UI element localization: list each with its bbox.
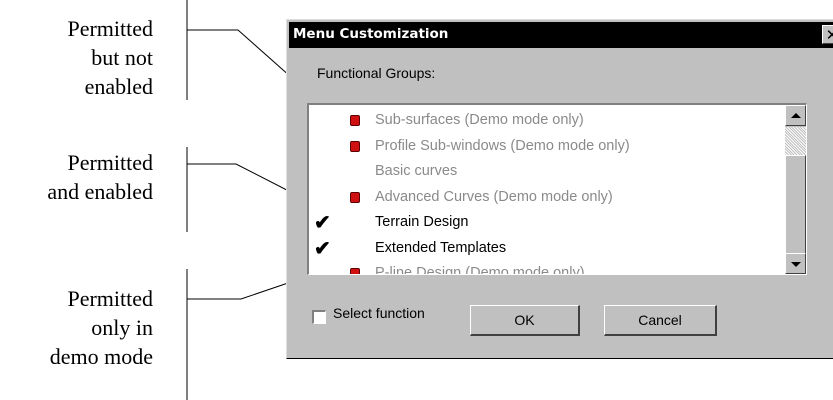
- scroll-up-button[interactable]: [785, 105, 806, 126]
- demo-mode-marker-icon: [350, 268, 360, 274]
- callout-line-text: and enabled: [47, 179, 153, 204]
- close-icon: ✕: [825, 26, 833, 44]
- list-item[interactable]: Basic curves: [309, 159, 784, 185]
- check-icon: ✔: [314, 237, 331, 260]
- select-function-checkbox[interactable]: [312, 310, 326, 324]
- scrollbar-track[interactable]: [785, 127, 806, 155]
- list-item[interactable]: Profile Sub-windows (Demo mode only): [309, 134, 784, 160]
- demo-mode-marker-icon: [350, 115, 360, 126]
- list-item[interactable]: Advanced Curves (Demo mode only): [309, 185, 784, 211]
- cancel-button[interactable]: Cancel: [604, 305, 717, 336]
- list-item[interactable]: ✔ Extended Templates: [309, 236, 784, 262]
- scrollbar-thumb[interactable]: [785, 155, 806, 254]
- list-item[interactable]: Sub-surfaces (Demo mode only): [309, 108, 784, 134]
- title-bar[interactable]: Menu Customization ✕: [289, 22, 833, 48]
- list-item-label: Profile Sub-windows (Demo mode only): [375, 137, 630, 154]
- vertical-scrollbar[interactable]: [785, 105, 806, 274]
- callout-permitted-demo: Permitted only in demo mode: [50, 284, 153, 371]
- functional-groups-list[interactable]: Sub-surfaces (Demo mode only) Profile Su…: [307, 103, 807, 275]
- select-function-label: Select function: [333, 305, 425, 321]
- callout-line-text: Permitted: [67, 16, 153, 41]
- list-item-label: P-line Design (Demo mode only): [375, 265, 585, 275]
- arrow-up-icon: [791, 113, 801, 118]
- list-item[interactable]: ✔ Terrain Design: [309, 210, 784, 236]
- list-item-label: Terrain Design: [375, 214, 469, 230]
- callout-line-text: only in: [91, 315, 153, 340]
- list-item-label: Sub-surfaces (Demo mode only): [375, 112, 584, 128]
- dialog-title: Menu Customization: [293, 26, 449, 42]
- demo-mode-marker-icon: [350, 191, 360, 203]
- list-item-label: Extended Templates: [375, 239, 507, 256]
- ok-button[interactable]: OK: [470, 305, 580, 336]
- arrow-down-icon: [791, 262, 801, 267]
- callout-line-text: enabled: [84, 74, 153, 99]
- menu-customization-dialog: Menu Customization ✕ Functional Groups: …: [286, 19, 833, 359]
- close-button[interactable]: ✕: [822, 25, 833, 44]
- callout-permitted-enabled: Permitted and enabled: [47, 148, 153, 206]
- list-item-label: Advanced Curves (Demo mode only): [375, 188, 613, 205]
- callout-line-text: Permitted: [67, 150, 153, 175]
- callout-line-text: demo mode: [49, 344, 153, 369]
- list-item[interactable]: P-line Design (Demo mode only): [309, 261, 784, 275]
- callout-line-text: but not: [91, 45, 153, 70]
- callout-permitted-not-enabled: Permitted but not enabled: [67, 14, 153, 101]
- check-icon: ✔: [314, 212, 331, 234]
- scroll-down-button[interactable]: [785, 253, 806, 274]
- callout-line-text: Permitted: [67, 286, 153, 311]
- functional-groups-label: Functional Groups:: [317, 65, 436, 81]
- demo-mode-marker-icon: [350, 140, 360, 152]
- list-item-label: Basic curves: [375, 163, 458, 179]
